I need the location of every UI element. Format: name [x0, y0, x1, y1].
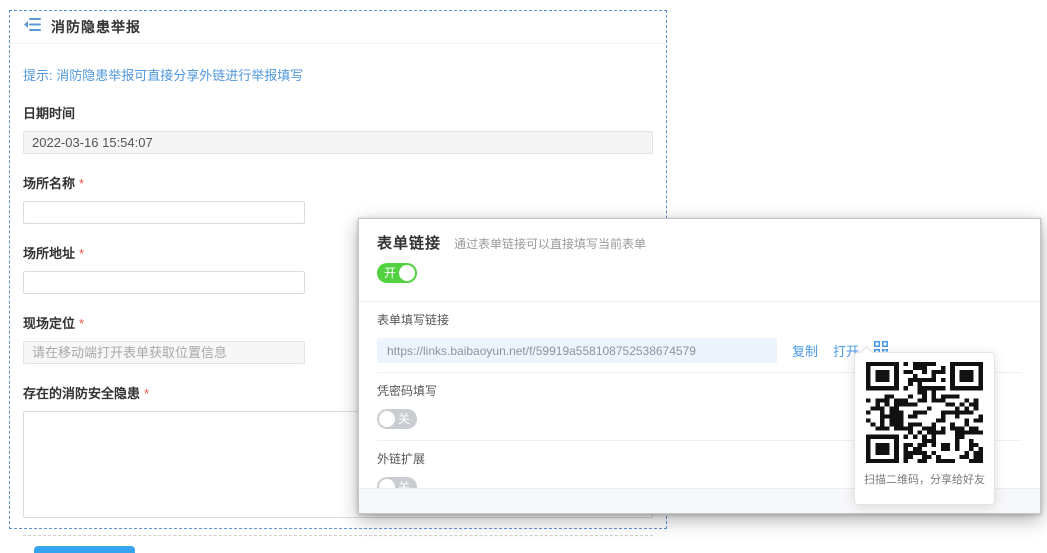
required-mark: *	[79, 176, 84, 191]
panel-header: 消防隐患举报	[10, 11, 666, 44]
required-mark: *	[79, 246, 84, 261]
modal-subtitle: 通过表单链接可以直接填写当前表单	[454, 235, 646, 252]
password-toggle[interactable]: 关	[377, 409, 417, 429]
required-mark: *	[144, 386, 149, 401]
share-hint-text: 提示: 消防隐患举报可直接分享外链进行举报填写	[23, 65, 653, 84]
place-address-field[interactable]	[23, 271, 305, 294]
form-link-toggle[interactable]: 开	[377, 263, 417, 283]
datetime-label: 日期时间	[23, 103, 653, 122]
submit-divider	[23, 535, 653, 536]
link-label: 表单填写链接	[377, 311, 1022, 328]
modal-title: 表单链接	[377, 232, 441, 253]
qr-code-popover: 扫描二维码，分享给好友	[854, 352, 995, 505]
submit-button[interactable]: 提交	[34, 546, 135, 553]
place-name-label: 场所名称*	[23, 173, 653, 192]
toggle-on-label: 开	[384, 266, 396, 280]
form-link-input[interactable]	[377, 338, 777, 363]
toggle-knob	[399, 265, 415, 281]
qr-code-image	[866, 362, 983, 463]
toggle-off-label: 关	[398, 412, 410, 426]
collapse-menu-icon[interactable]	[24, 18, 41, 36]
qr-caption: 扫描二维码，分享给好友	[855, 471, 994, 487]
place-name-field[interactable]	[23, 201, 305, 224]
modal-header: 表单链接 通过表单链接可以直接填写当前表单 开	[359, 219, 1040, 301]
required-mark: *	[79, 316, 84, 331]
page-title: 消防隐患举报	[51, 17, 141, 37]
copy-link-button[interactable]: 复制	[792, 341, 818, 360]
datetime-field[interactable]	[23, 131, 653, 154]
toggle-knob	[379, 411, 395, 427]
location-field[interactable]	[23, 341, 305, 364]
